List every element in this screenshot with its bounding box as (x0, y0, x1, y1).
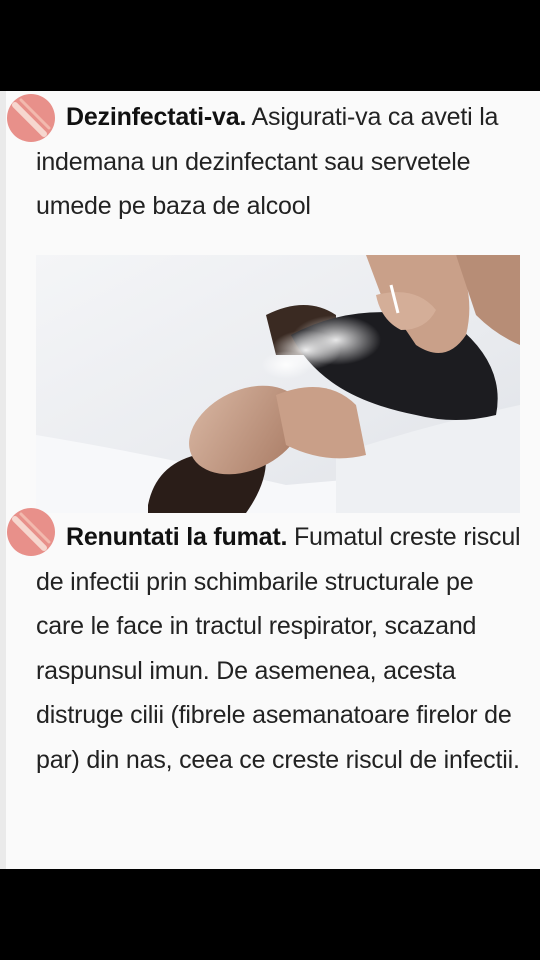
article-content: Dezinfectati-va. Asigurati-va ca aveti l… (0, 91, 540, 869)
screen: Dezinfectati-va. Asigurati-va ca aveti l… (0, 0, 540, 960)
tip-disinfect: Dezinfectati-va. Asigurati-va ca aveti l… (36, 95, 526, 229)
tip-title: Renuntati la fumat. (66, 523, 288, 551)
woman-smoking-photo (36, 255, 520, 513)
tip-body: Fumatul creste riscul de infectii prin s… (36, 523, 521, 774)
content-edge (0, 91, 6, 869)
tip-quit-smoking: Renuntati la fumat. Fumatul creste riscu… (36, 515, 526, 782)
tip-title: Dezinfectati-va. (66, 103, 247, 131)
